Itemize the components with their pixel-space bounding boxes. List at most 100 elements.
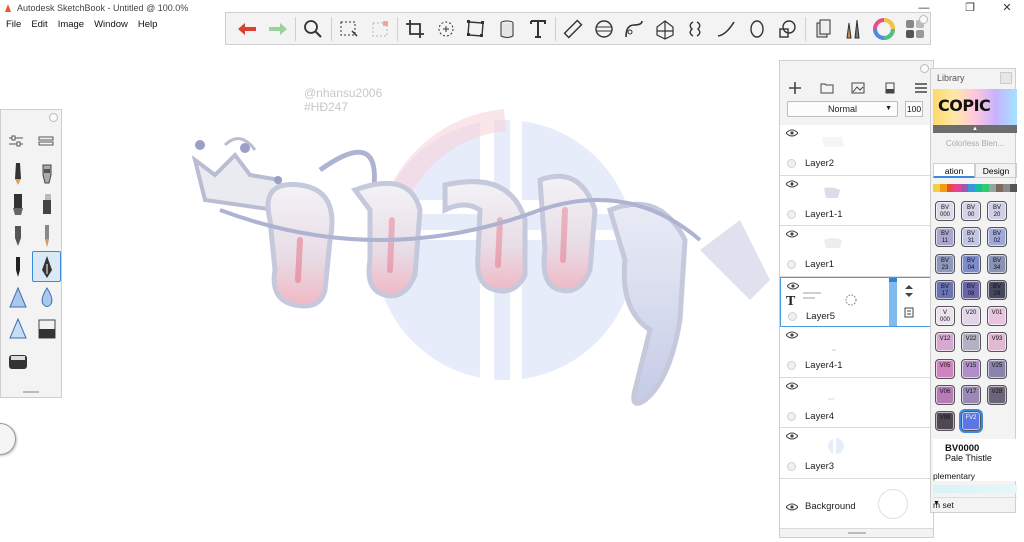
- brush-pencil[interactable]: [3, 158, 32, 189]
- stroke-button[interactable]: [711, 13, 742, 45]
- complementary-color-bar[interactable]: [933, 485, 1017, 493]
- copic-swatch[interactable]: BV 11: [935, 227, 961, 253]
- copic-swatch[interactable]: FV2: [959, 409, 987, 437]
- brush-library-button[interactable]: [838, 13, 869, 45]
- color-wheel-button[interactable]: [869, 13, 900, 45]
- layer-select-radio[interactable]: [787, 209, 796, 219]
- copic-swatch[interactable]: BV 00: [961, 201, 987, 227]
- eye-icon[interactable]: [786, 129, 798, 137]
- copic-swatch[interactable]: BV 04: [961, 253, 987, 280]
- layer-editor-grip[interactable]: [848, 532, 866, 534]
- close-window-button[interactable]: ✕: [987, 0, 1024, 16]
- copic-swatch[interactable]: V17: [961, 385, 987, 411]
- custom-set-dropdown[interactable]: m set ▼: [933, 497, 1017, 511]
- brush-fine-pen[interactable]: [32, 220, 61, 251]
- distort-button[interactable]: [461, 13, 492, 45]
- layer-select-radio[interactable]: [787, 462, 796, 471]
- copic-swatch[interactable]: BV 000: [935, 201, 961, 227]
- brush-marker[interactable]: [3, 189, 32, 220]
- brush-hard-eraser[interactable]: [3, 344, 32, 375]
- eye-icon[interactable]: [787, 282, 799, 290]
- symmetry-button[interactable]: [680, 13, 711, 45]
- layer-select-radio[interactable]: [787, 411, 796, 421]
- copic-swatch[interactable]: V01: [987, 306, 1013, 332]
- lasso-fill-button[interactable]: [430, 13, 461, 45]
- menu-edit[interactable]: Edit: [25, 17, 51, 33]
- redo-button[interactable]: [263, 13, 294, 45]
- layer-row[interactable]: Layer1: [780, 226, 933, 277]
- copic-collapse-toggle[interactable]: ▲: [933, 125, 1017, 133]
- add-group-icon[interactable]: [820, 81, 834, 95]
- copic-swatch[interactable]: V06: [935, 385, 961, 411]
- copic-swatch[interactable]: BV 20: [987, 201, 1013, 227]
- brush-palette-grip[interactable]: [23, 391, 39, 393]
- brush-palette-close-button[interactable]: [49, 113, 58, 122]
- brush-properties-icon[interactable]: [8, 135, 24, 147]
- layer-row-selected[interactable]: T Layer5: [780, 276, 933, 327]
- circle-button[interactable]: [741, 13, 772, 45]
- add-image-icon[interactable]: [851, 81, 865, 95]
- copic-swatch[interactable]: BV 02: [987, 227, 1013, 253]
- layer-row[interactable]: Layer1-1: [780, 175, 933, 226]
- layer-editor-close-button[interactable]: [920, 64, 929, 73]
- copic-swatch[interactable]: V93: [987, 332, 1013, 358]
- tab-variation[interactable]: ation: [933, 163, 975, 178]
- perspective-button[interactable]: [650, 13, 681, 45]
- background-layer-row[interactable]: Background: [780, 478, 933, 529]
- layer-select-radio[interactable]: [787, 361, 796, 370]
- text-button[interactable]: [522, 13, 553, 45]
- eye-icon[interactable]: [786, 180, 798, 188]
- ellipse-guide-button[interactable]: [588, 13, 619, 45]
- brush-cone[interactable]: [3, 282, 32, 313]
- zoom-button[interactable]: [298, 13, 329, 45]
- brush-library-toggle-icon[interactable]: [38, 135, 54, 147]
- lagoon-puck[interactable]: [0, 423, 16, 455]
- copic-swatch[interactable]: V05: [935, 358, 961, 385]
- copic-swatch[interactable]: BV 34: [987, 253, 1013, 280]
- french-curve-button[interactable]: [619, 13, 650, 45]
- ruler-button[interactable]: [558, 13, 589, 45]
- layer-row[interactable]: Layer4-1: [780, 327, 933, 378]
- copic-swatch[interactable]: V 000: [935, 306, 961, 332]
- copic-library-button[interactable]: [807, 13, 838, 45]
- menu-help[interactable]: Help: [132, 17, 162, 33]
- copic-close-button[interactable]: [1000, 72, 1012, 84]
- copic-swatch[interactable]: BV 23: [935, 253, 961, 280]
- copic-swatch[interactable]: V25: [987, 358, 1013, 385]
- layer-row[interactable]: Layer4: [780, 377, 933, 428]
- eye-icon[interactable]: [786, 331, 798, 339]
- undo-button[interactable]: [232, 13, 263, 45]
- eye-icon[interactable]: [786, 503, 798, 511]
- crop-button[interactable]: [400, 13, 431, 45]
- color-family-strip[interactable]: [933, 184, 1017, 192]
- layer-select-radio[interactable]: [787, 260, 796, 269]
- toolbar-close-button[interactable]: [919, 15, 928, 24]
- layer-menu-icon[interactable]: [914, 81, 928, 95]
- copic-swatch[interactable]: BV 17: [935, 279, 961, 306]
- move-layer-icon[interactable]: [904, 284, 914, 298]
- brush-watercolor[interactable]: [32, 282, 61, 313]
- fill-button[interactable]: [492, 13, 523, 45]
- eye-icon[interactable]: [786, 432, 798, 440]
- maximize-button[interactable]: ❐: [950, 0, 990, 16]
- copic-swatch[interactable]: V28: [987, 385, 1013, 411]
- menu-image[interactable]: Image: [52, 17, 88, 33]
- brush-pen[interactable]: [3, 220, 32, 251]
- layer-row[interactable]: Layer2: [780, 125, 933, 176]
- layer-select-radio[interactable]: [787, 159, 796, 168]
- copic-swatch[interactable]: BV 31: [961, 227, 987, 253]
- eye-icon[interactable]: [786, 230, 798, 238]
- select-button[interactable]: [334, 13, 365, 45]
- layer-row[interactable]: Layer3: [780, 428, 933, 479]
- clear-layer-icon[interactable]: [883, 81, 897, 95]
- add-layer-icon[interactable]: [788, 81, 802, 95]
- background-color-swatch[interactable]: [878, 488, 908, 519]
- brush-ballpoint[interactable]: [3, 251, 32, 282]
- copic-swatch[interactable]: BV 08: [961, 279, 987, 306]
- menu-file[interactable]: File: [0, 17, 25, 33]
- copic-swatch[interactable]: V15: [961, 358, 987, 385]
- brush-airbrush[interactable]: [32, 158, 61, 189]
- blend-mode-select[interactable]: Normal ▼: [787, 101, 898, 117]
- copic-swatch[interactable]: V20: [961, 306, 987, 332]
- layer-select-radio[interactable]: [788, 311, 797, 321]
